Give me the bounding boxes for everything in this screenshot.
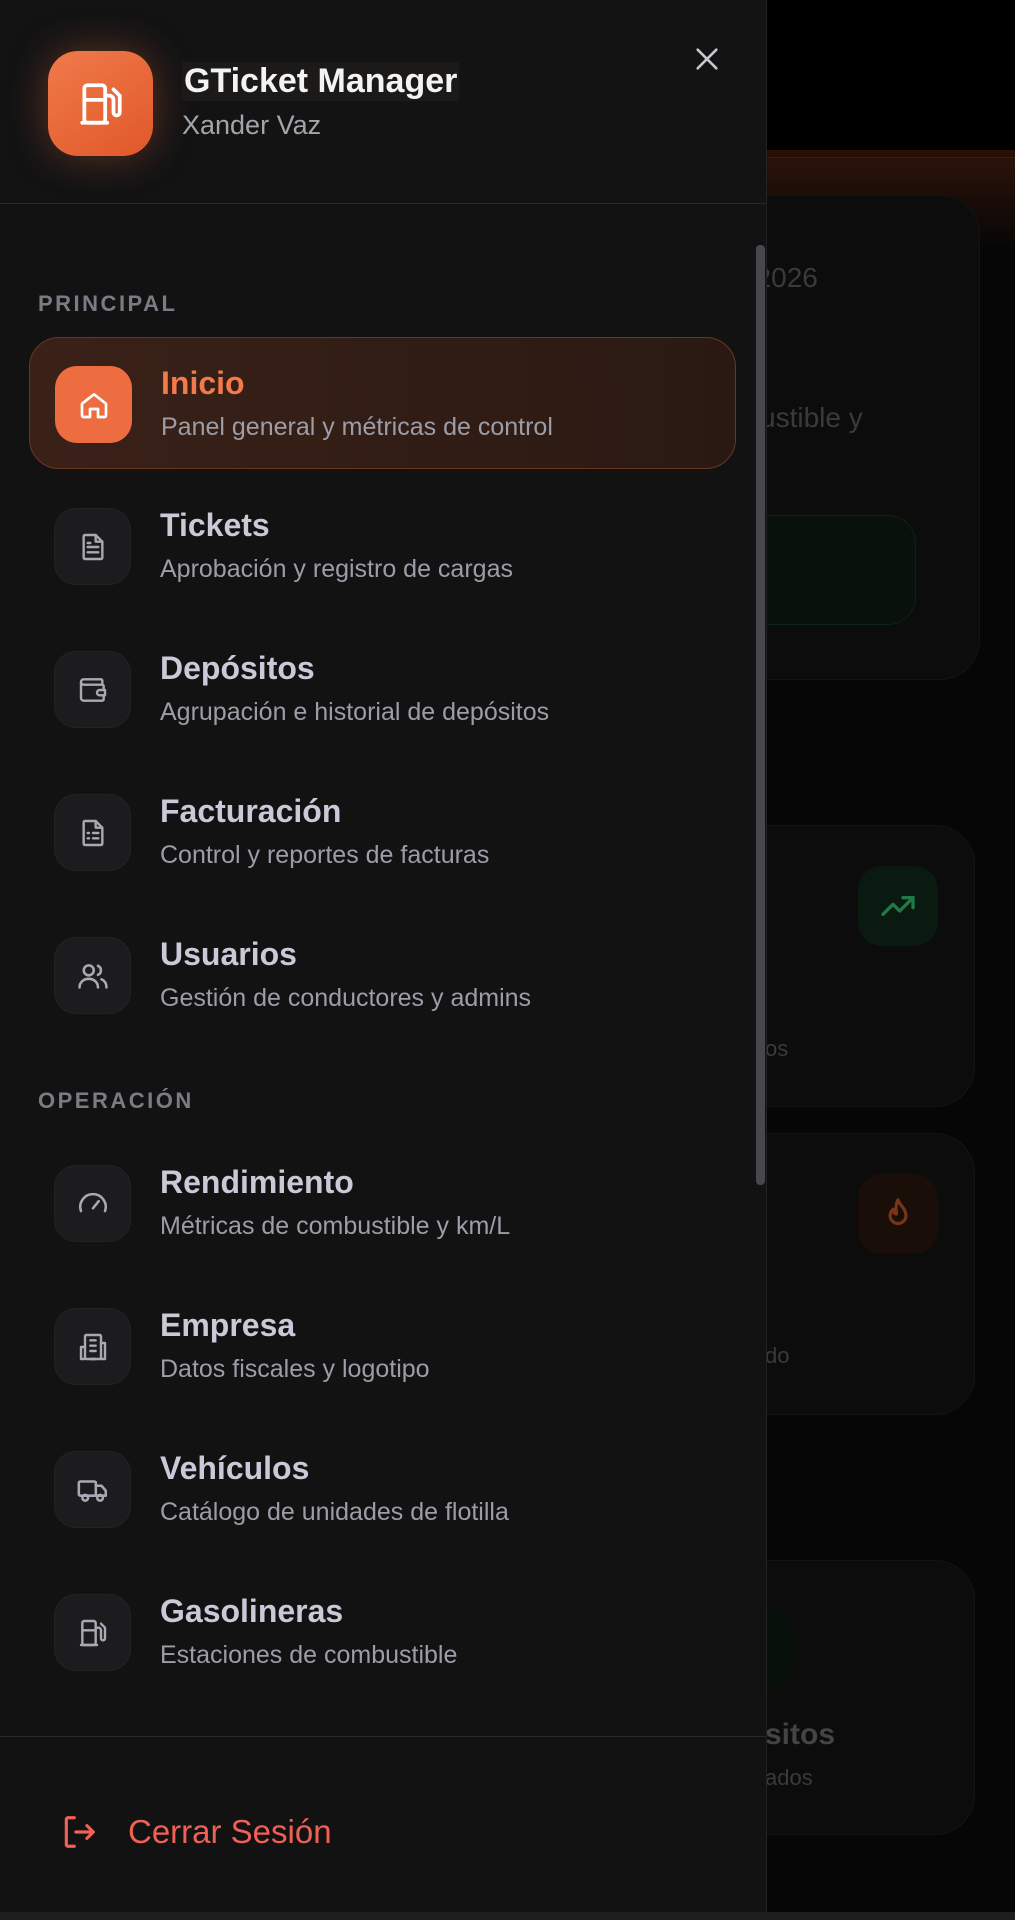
drawer-footer: Cerrar Sesión xyxy=(0,1736,766,1912)
section-label-operacion: OPERACIÓN xyxy=(38,1088,194,1113)
app-title: GTicket Manager xyxy=(182,62,460,101)
background-desc-text: ustible y xyxy=(760,402,863,433)
nav-item-rendimiento[interactable]: Rendimiento Métricas de combustible y km… xyxy=(29,1137,736,1269)
invoice-icon xyxy=(54,794,131,871)
nav-description: Agrupación e historial de depósitos xyxy=(160,698,550,726)
drawer-header: GTicket Manager Xander Vaz xyxy=(0,0,766,204)
fuel-pump-icon xyxy=(48,51,153,156)
nav-item-vehiculos[interactable]: Vehículos Catálogo de unidades de flotil… xyxy=(29,1423,736,1555)
background-card1-text: os xyxy=(765,1036,789,1061)
wallet-icon xyxy=(54,651,131,728)
fuel-pump-icon xyxy=(54,1594,131,1671)
nav-title: Vehículos xyxy=(160,1450,310,1486)
nav-title: Rendimiento xyxy=(160,1164,354,1200)
nav-item-depositos[interactable]: Depósitos Agrupación e historial de depó… xyxy=(29,623,736,755)
gauge-icon xyxy=(54,1165,131,1242)
nav-title: Gasolineras xyxy=(160,1593,344,1629)
flame-icon xyxy=(858,1174,938,1254)
background-card3-title: sitos xyxy=(765,1718,836,1751)
nav-item-usuarios[interactable]: Usuarios Gestión de conductores y admins xyxy=(29,909,736,1041)
truck-icon xyxy=(54,1451,131,1528)
nav-item-gasolineras[interactable]: Gasolineras Estaciones de combustible xyxy=(29,1566,736,1698)
nav-item-tickets[interactable]: Tickets Aprobación y registro de cargas xyxy=(29,480,736,612)
nav-description: Catálogo de unidades de flotilla xyxy=(160,1498,509,1526)
logout-label: Cerrar Sesión xyxy=(128,1813,332,1850)
nav-title: Empresa xyxy=(160,1307,296,1343)
logout-button[interactable]: Cerrar Sesión xyxy=(60,1797,460,1867)
close-icon xyxy=(696,48,718,70)
navigation-drawer: GTicket Manager Xander Vaz PRINCIPAL Ini… xyxy=(0,0,767,1912)
nav-item-facturacion[interactable]: Facturación Control y reportes de factur… xyxy=(29,766,736,898)
nav-description: Control y reportes de facturas xyxy=(160,841,490,869)
nav-title: Usuarios xyxy=(160,936,297,972)
nav-description: Estaciones de combustible xyxy=(160,1641,458,1669)
nav-description: Datos fiscales y logotipo xyxy=(160,1355,430,1383)
nav-title: Inicio xyxy=(161,365,245,401)
nav-description: Métricas de combustible y km/L xyxy=(160,1212,511,1240)
close-button[interactable] xyxy=(688,40,726,78)
nav-item-empresa[interactable]: Empresa Datos fiscales y logotipo xyxy=(29,1280,736,1412)
drawer-scrollbar[interactable] xyxy=(756,245,765,1185)
background-bottom-bar xyxy=(0,1912,1015,1920)
user-name: Xander Vaz xyxy=(182,110,322,140)
section-label-principal: PRINCIPAL xyxy=(38,291,178,316)
nav-description: Gestión de conductores y admins xyxy=(160,984,532,1012)
nav-title: Tickets xyxy=(160,507,270,543)
building-icon xyxy=(54,1308,131,1385)
background-card3-sub: ados xyxy=(765,1765,813,1790)
nav-title: Facturación xyxy=(160,793,342,829)
background-card2-text: do xyxy=(765,1343,790,1368)
nav-description: Aprobación y registro de cargas xyxy=(160,555,513,583)
logout-icon xyxy=(64,1816,95,1848)
nav-item-inicio[interactable]: Inicio Panel general y métricas de contr… xyxy=(29,337,736,469)
users-icon xyxy=(54,937,131,1014)
trending-up-icon xyxy=(858,866,938,946)
nav-description: Panel general y métricas de control xyxy=(161,413,553,441)
nav-title: Depósitos xyxy=(160,650,315,686)
home-icon xyxy=(55,366,132,443)
document-icon xyxy=(54,508,131,585)
